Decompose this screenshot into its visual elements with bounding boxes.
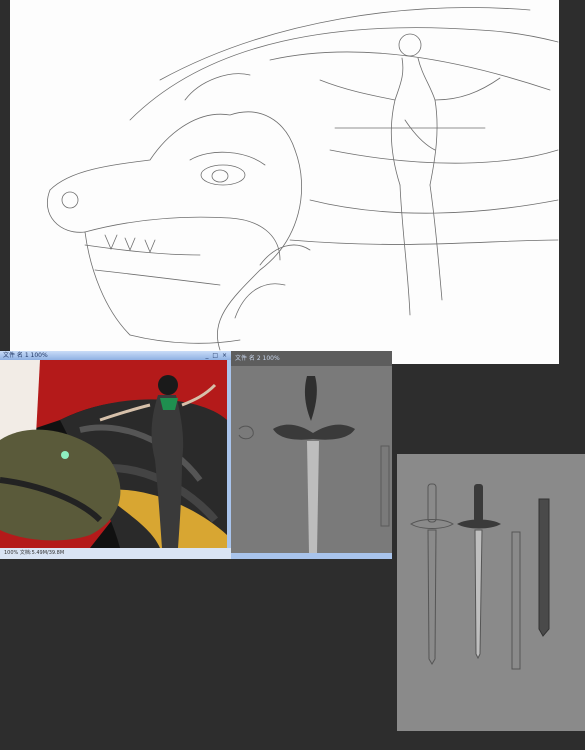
color-artwork-canvas [0,360,227,548]
window-controls[interactable]: _ □ × [205,352,228,359]
dragon-elf-sketch-icon [47,7,559,351]
window-title: 文件 名 1 100% [3,352,48,359]
dragon-elf-color-icon [0,360,227,548]
color-artwork-window[interactable]: 文件 名 1 100% _ □ × 100% 文档:5.49M/39.8M [0,351,231,559]
window-titlebar[interactable]: 文件 名 1 100% _ □ × [0,351,231,360]
zoom-readout[interactable]: 100% 文档:5.49M/39.8M [4,549,64,558]
sword-designs-icon [397,454,585,731]
sketch-canvas [10,0,559,364]
taskbar-strip [231,553,392,559]
sword-closeup-icon [231,366,392,553]
window-statusbar: 100% 文档:5.49M/39.8M [0,548,231,559]
sword-detail-window[interactable]: 文件 名 2 100% [231,351,392,559]
sword-designs-canvas [397,454,585,731]
